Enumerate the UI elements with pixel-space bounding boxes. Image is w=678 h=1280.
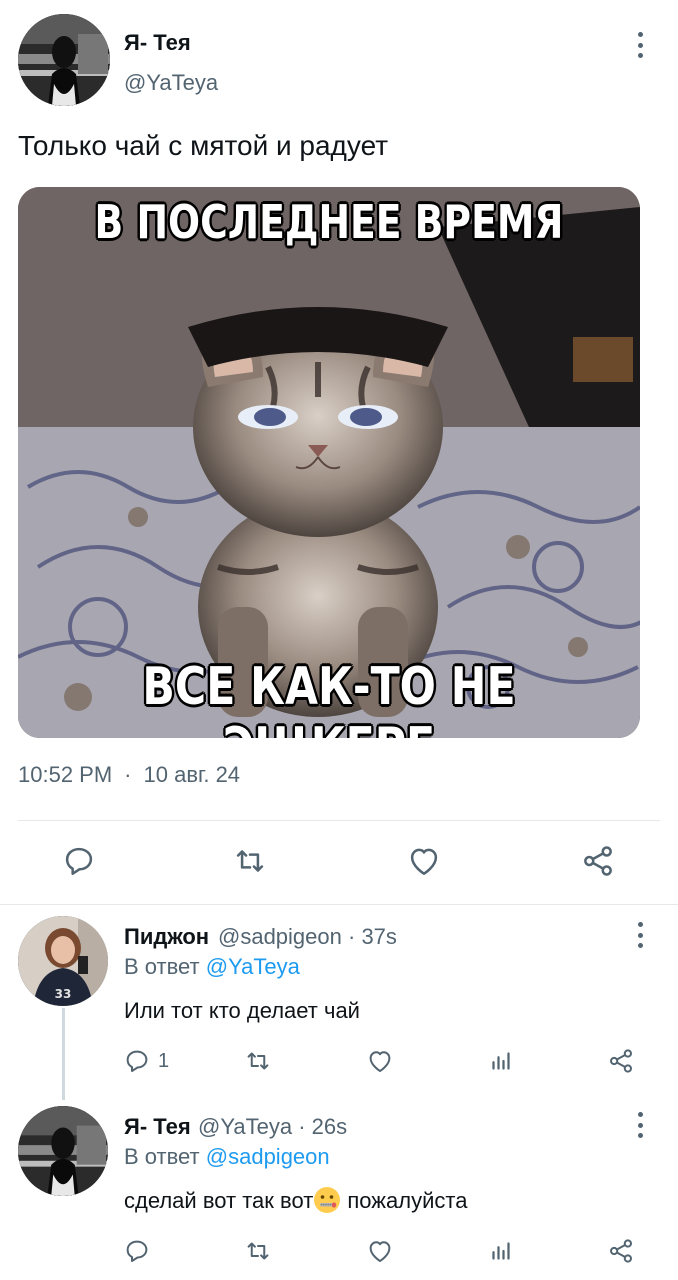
reply-icon — [126, 1050, 148, 1072]
analytics-button[interactable] — [486, 1236, 516, 1266]
more-options-icon[interactable] — [636, 1112, 644, 1138]
reply-mention[interactable]: @sadpigeon — [206, 1144, 330, 1169]
reply-to: В ответ @sadpigeon — [124, 1144, 330, 1170]
like-button[interactable] — [364, 1046, 396, 1076]
reply-time: · 26s — [298, 1114, 348, 1139]
avatar[interactable] — [18, 1106, 108, 1196]
reply-author-handle[interactable]: @YaTeya · 26s — [198, 1114, 347, 1140]
timestamp-separator: · — [124, 762, 132, 787]
reply-to-prefix: В ответ — [124, 1144, 200, 1169]
tweet-text: Только чай с мятой и радует — [18, 130, 389, 161]
analytics-button[interactable] — [486, 1046, 516, 1076]
analytics-icon — [492, 1052, 510, 1070]
retweet-button[interactable] — [242, 1046, 274, 1076]
share-button[interactable] — [606, 1046, 636, 1076]
reply-author-name[interactable]: Пиджон — [124, 924, 209, 950]
svg-text:33: 33 — [55, 987, 72, 1001]
reply-button[interactable] — [122, 1236, 152, 1266]
reply-button[interactable]: 1 — [122, 1046, 169, 1076]
reply-button[interactable] — [60, 842, 98, 880]
avatar[interactable] — [18, 14, 110, 106]
reply-icon — [65, 847, 93, 875]
more-options-icon[interactable] — [636, 32, 644, 58]
avatar[interactable]: 33 — [18, 916, 108, 1006]
tweet-date: 10 авг. 24 — [143, 762, 241, 787]
more-options-icon[interactable] — [636, 922, 644, 948]
reply-author-handle[interactable]: @sadpigeon · 37s — [218, 924, 397, 950]
tweet-timestamp[interactable]: 10:52 PM · 10 авг. 24 — [18, 762, 240, 788]
tweet-image[interactable]: В ПОСЛЕДНЕЕ ВРЕМЯ ВСЕ КАК-ТО НЕ ЭЩКЕРЕ — [18, 187, 640, 738]
reply-text: сделай вот так вот пожалуйста — [124, 1186, 467, 1214]
like-button[interactable] — [404, 842, 444, 880]
retweet-button[interactable] — [230, 842, 270, 880]
reply-to-prefix: В ответ — [124, 954, 200, 979]
reply-handle: @sadpigeon — [218, 924, 342, 949]
tweet-time: 10:52 PM — [18, 762, 113, 787]
like-button[interactable] — [364, 1236, 396, 1266]
reply-time: · 37s — [348, 924, 397, 949]
reply-mention[interactable]: @YaTeya — [206, 954, 300, 979]
heart-icon — [369, 1051, 391, 1072]
divider — [0, 904, 678, 905]
share-icon — [610, 1049, 632, 1073]
reply-text-after: пожалуйста — [341, 1188, 468, 1213]
retweet-button[interactable] — [242, 1236, 274, 1266]
reply-text: Или тот кто делает чай — [124, 998, 360, 1023]
divider — [18, 820, 660, 821]
reply-icon — [126, 1240, 148, 1262]
heart-icon — [369, 1241, 391, 1262]
reply-handle: @YaTeya — [198, 1114, 293, 1139]
reply-count: 1 — [158, 1049, 170, 1072]
retweet-icon — [247, 1052, 269, 1070]
share-icon — [584, 846, 612, 876]
zipper-mouth-face-icon — [314, 1187, 341, 1213]
heart-icon — [410, 848, 438, 875]
reply-to: В ответ @YaTeya — [124, 954, 300, 980]
reply-text-before: сделай вот так вот — [124, 1188, 314, 1213]
meme-bottom-caption: ВСЕ КАК-ТО НЕ ЭЩКЕРЕ — [142, 657, 516, 738]
author-name[interactable]: Я- Тея — [124, 30, 191, 56]
share-button[interactable] — [606, 1236, 636, 1266]
retweet-icon — [247, 1242, 269, 1260]
analytics-icon — [492, 1242, 510, 1260]
share-button[interactable] — [578, 842, 618, 880]
reply-author-name[interactable]: Я- Тея — [124, 1114, 191, 1140]
author-handle[interactable]: @YaTeya — [124, 70, 218, 96]
share-icon — [610, 1239, 632, 1263]
retweet-icon — [236, 850, 264, 872]
meme-top-caption: В ПОСЛЕДНЕЕ ВРЕМЯ — [94, 195, 564, 249]
thread-line — [62, 1008, 65, 1100]
